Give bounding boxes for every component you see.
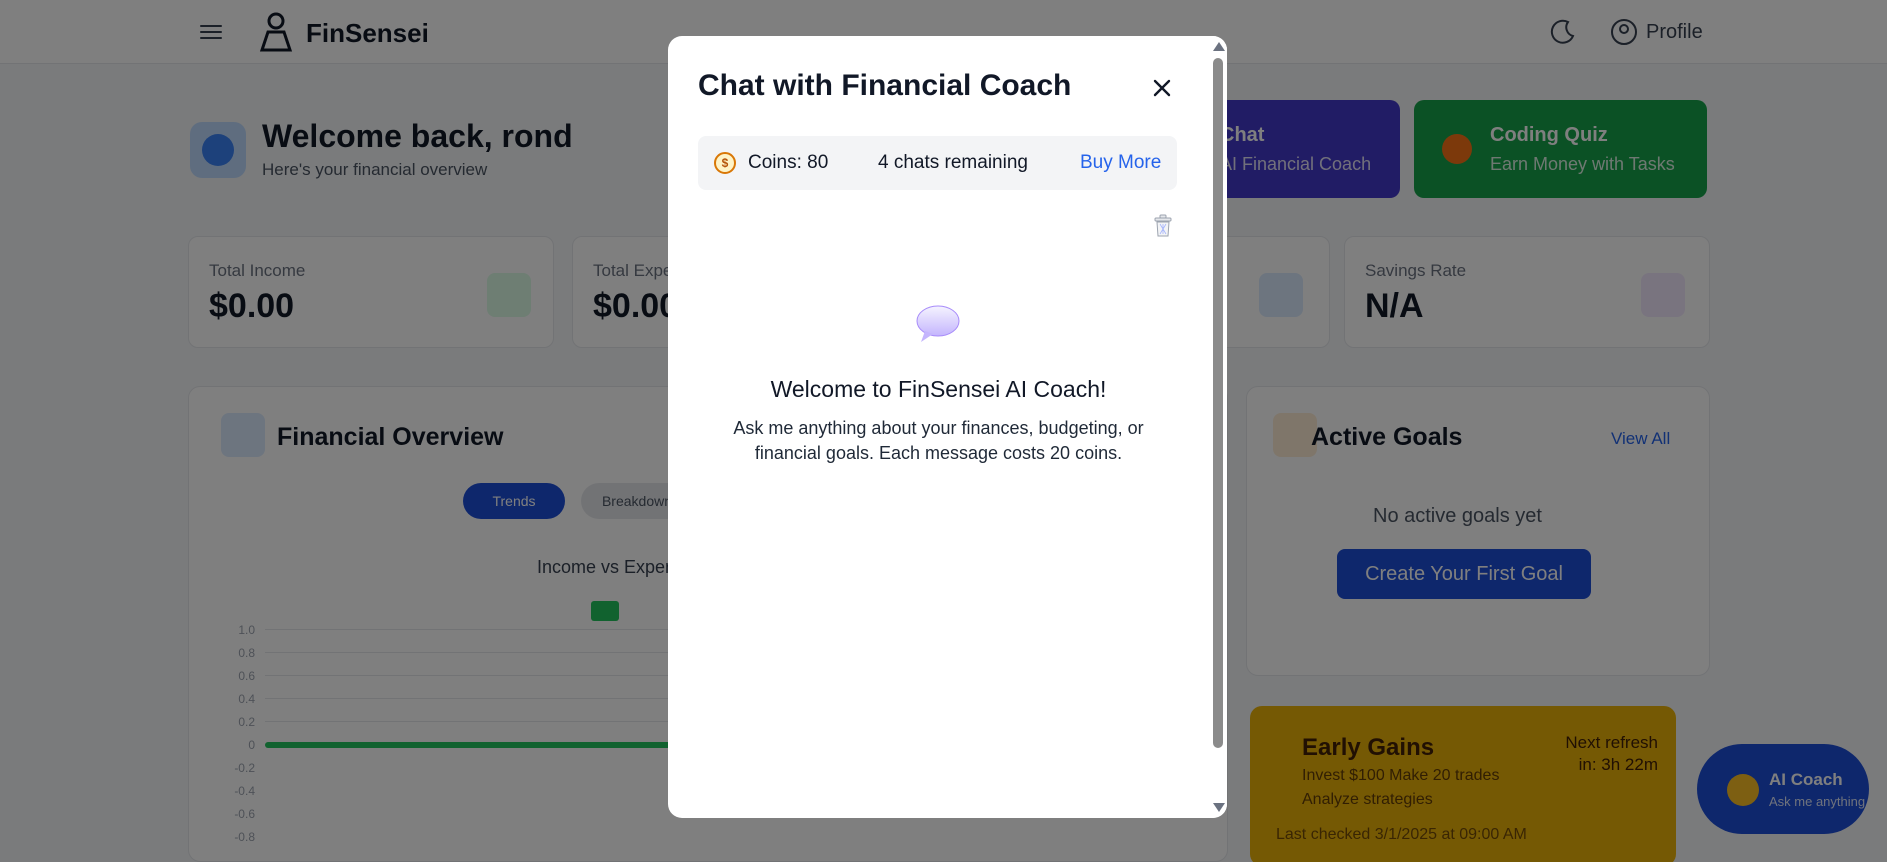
coach-welcome-body: Ask me anything about your finances, bud… — [733, 418, 1144, 463]
chat-modal: Chat with Financial Coach $ Coins: 80 4 … — [668, 36, 1227, 818]
scroll-thumb[interactable] — [1213, 58, 1223, 748]
coin-icon: $ — [714, 152, 736, 174]
close-button[interactable] — [1146, 72, 1178, 104]
modal-title: Chat with Financial Coach — [698, 69, 1072, 102]
modal-scrollbar[interactable] — [1209, 36, 1227, 818]
coin-balance: Coins: 80 — [748, 152, 829, 173]
chats-remaining: 4 chats remaining — [878, 152, 1028, 173]
trash-icon[interactable] — [1152, 214, 1174, 238]
scroll-down-arrow[interactable] — [1213, 803, 1225, 812]
close-icon — [1153, 79, 1171, 97]
scroll-up-arrow[interactable] — [1213, 42, 1225, 51]
buy-more-link[interactable]: Buy More — [1080, 152, 1161, 174]
coin-status-bar: $ Coins: 80 4 chats remaining Buy More — [698, 136, 1177, 190]
coach-welcome-heading: Welcome to FinSensei AI Coach! — [770, 376, 1107, 402]
speech-bubble-icon — [916, 305, 960, 342]
